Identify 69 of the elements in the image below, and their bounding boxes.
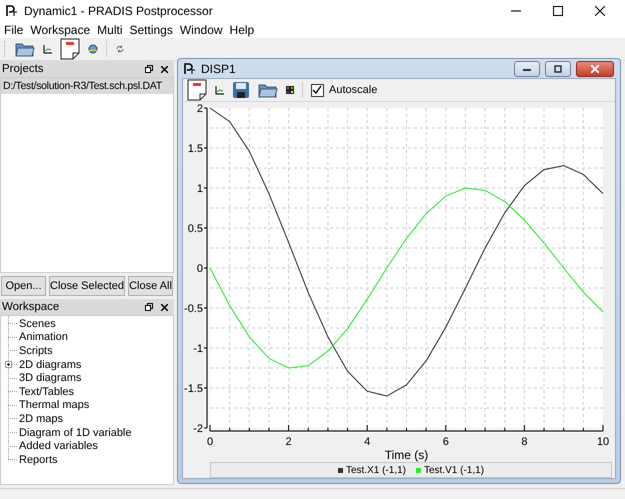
y-tick-label: 1.5 xyxy=(188,143,203,155)
legend-label: Test.V1 (-1,1) xyxy=(424,464,484,476)
document-icon[interactable] xyxy=(187,79,207,101)
close-icon[interactable] xyxy=(161,66,168,72)
x-tick-label: 0 xyxy=(206,436,214,448)
legend-marker xyxy=(416,468,421,472)
tree-item[interactable]: Animation xyxy=(19,331,68,344)
menu-item[interactable]: Multi xyxy=(97,23,122,37)
undock-icon[interactable] xyxy=(145,65,153,73)
tree-item[interactable]: 2D maps xyxy=(19,412,64,425)
expand-icon[interactable] xyxy=(5,360,12,368)
close-icon[interactable] xyxy=(161,304,168,310)
y-tick-label: -1 xyxy=(193,343,203,355)
color-grid-icon[interactable] xyxy=(286,86,294,94)
y-tick-label: -1.5 xyxy=(184,383,203,395)
tree-item[interactable]: Scripts xyxy=(19,344,53,357)
x-tick-label: 4 xyxy=(364,436,370,448)
legend-label: Test.X1 (-1,1) xyxy=(346,464,406,476)
panel-title: Projects xyxy=(2,63,44,75)
y-tick-label: 2 xyxy=(196,103,203,115)
tree-item[interactable]: Text/Tables xyxy=(19,386,74,398)
maximize-icon[interactable] xyxy=(553,6,563,16)
x-tick-label: 6 xyxy=(442,436,449,448)
tree-item[interactable]: Reports xyxy=(19,454,58,466)
tree-item[interactable]: 3D diagrams xyxy=(19,372,82,384)
refresh-icon[interactable] xyxy=(115,44,125,54)
y-tick-label: 0 xyxy=(196,263,203,275)
tree-item[interactable]: Thermal maps xyxy=(19,399,90,412)
panel-button[interactable]: Close Selected xyxy=(49,276,125,296)
panel-button[interactable]: Close All xyxy=(128,276,173,296)
y-tick-label: -0.5 xyxy=(184,303,203,315)
menu-item[interactable]: Settings xyxy=(130,23,173,37)
x-axis-label: Time (s) xyxy=(384,448,428,462)
close-button[interactable] xyxy=(576,60,614,76)
menu-item[interactable]: Window xyxy=(180,23,223,37)
y-tick-label: 0.5 xyxy=(188,223,203,235)
window-title: DISP1 xyxy=(201,62,236,76)
axes-icon[interactable] xyxy=(215,86,224,94)
document-icon[interactable] xyxy=(60,38,80,60)
x-tick-label: 10 xyxy=(596,436,610,448)
menu-item[interactable]: File xyxy=(4,23,24,37)
restore-button[interactable] xyxy=(545,60,571,76)
legend-marker xyxy=(338,468,343,472)
menu-item[interactable]: Help xyxy=(230,23,254,37)
menu-item[interactable]: Workspace xyxy=(30,23,90,37)
app-logo-icon xyxy=(6,5,18,17)
sphere-icon[interactable] xyxy=(88,44,98,54)
y-tick-label: -2 xyxy=(193,423,203,435)
x-tick-label: 2 xyxy=(286,436,292,448)
save-icon[interactable] xyxy=(232,81,250,99)
panel-title: Workspace xyxy=(2,301,60,313)
close-icon[interactable] xyxy=(595,6,605,16)
tree-item[interactable]: 2D diagrams xyxy=(19,358,82,371)
window-title: Dynamic1 - PRADIS Postprocessor xyxy=(24,4,213,18)
checkbox-label: Autoscale xyxy=(329,84,378,96)
axes-icon[interactable] xyxy=(43,44,52,54)
y-tick-label: 1 xyxy=(196,183,203,195)
autoscale-checkbox[interactable] xyxy=(311,84,324,96)
panel-button[interactable]: Open... xyxy=(1,276,46,296)
minimize-button[interactable] xyxy=(514,60,540,76)
restore-icon xyxy=(554,64,562,72)
project-item[interactable]: D:/Test/solution-R3/Test.sch.psl.DAT xyxy=(1,78,173,94)
x-tick-label: 8 xyxy=(521,436,528,448)
tree-item[interactable]: Scenes xyxy=(19,318,56,330)
tree-item[interactable]: Added variables xyxy=(19,440,98,452)
app-logo-icon xyxy=(184,62,196,74)
close-icon xyxy=(591,64,599,72)
undock-icon[interactable] xyxy=(145,303,153,311)
tree-item[interactable]: Diagram of 1D variable xyxy=(19,426,132,439)
